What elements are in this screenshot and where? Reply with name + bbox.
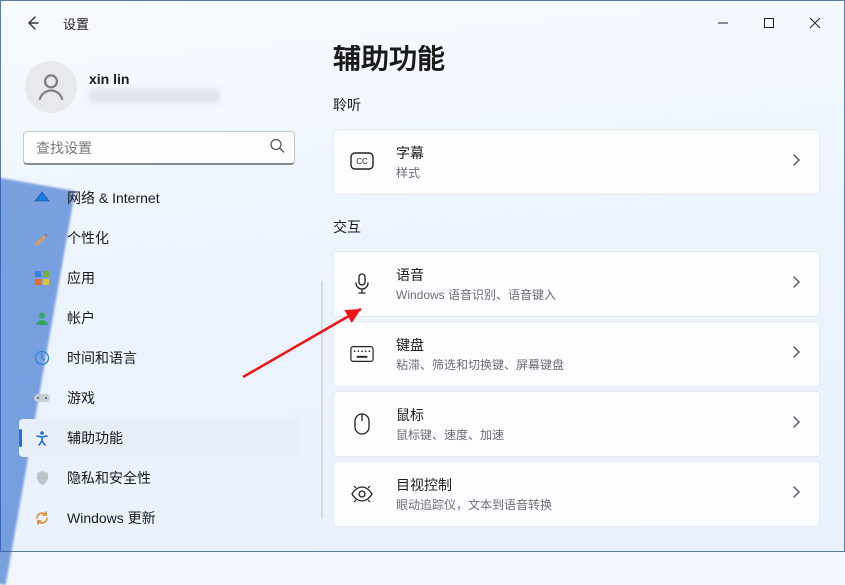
sidebar-item-label: 隐私和安全性 (67, 468, 289, 488)
mouse-icon (350, 412, 374, 436)
chevron-right-icon (791, 345, 801, 364)
card-subtitle: 粘滞、筛选和切换键、屏幕键盘 (396, 356, 791, 373)
keyboard-icon (350, 342, 374, 366)
search-icon (269, 138, 285, 159)
account-icon (33, 309, 51, 327)
gamepad-icon (33, 389, 51, 407)
card-speech[interactable]: 语音 Windows 语音识别、语音键入 (333, 251, 820, 317)
sidebar: xin lin 网络 & Internet 个性化 (1, 45, 311, 551)
user-name: xin lin (89, 71, 219, 87)
minimize-button[interactable] (700, 7, 746, 39)
user-profile[interactable]: xin lin (19, 51, 299, 121)
sidebar-item-privacy[interactable]: 隐私和安全性 (19, 459, 299, 497)
sidebar-item-accessibility[interactable]: 辅助功能 (19, 419, 299, 457)
maximize-button[interactable] (746, 7, 792, 39)
chevron-right-icon (791, 415, 801, 434)
search-input[interactable] (23, 131, 295, 165)
titlebar: 设置 (1, 1, 844, 45)
person-icon (34, 70, 68, 104)
card-keyboard[interactable]: 键盘 粘滞、筛选和切换键、屏幕键盘 (333, 321, 820, 387)
scroll-track (321, 281, 323, 519)
nav-list: 网络 & Internet 个性化 应用 帐户 时间和语言 (19, 179, 299, 537)
card-subtitle: 样式 (396, 164, 791, 181)
sidebar-item-personalize[interactable]: 个性化 (19, 219, 299, 257)
sidebar-item-label: 应用 (67, 268, 289, 288)
minimize-icon (717, 17, 729, 29)
chevron-right-icon (791, 275, 801, 294)
main-content: 辅助功能 聆听 CC 字幕 样式 交互 语音 Windows 语音识别、语音键入 (311, 45, 844, 551)
apps-icon (33, 269, 51, 287)
search-wrap (23, 131, 295, 165)
sidebar-item-label: 辅助功能 (67, 428, 289, 448)
card-subtitle: 眼动追踪仪，文本到语音转换 (396, 496, 791, 513)
sidebar-item-network[interactable]: 网络 & Internet (19, 179, 299, 217)
chevron-right-icon (791, 153, 801, 172)
section-listen-label: 聆听 (333, 95, 820, 115)
card-title: 鼠标 (396, 405, 791, 425)
svg-text:CC: CC (356, 157, 368, 166)
card-title: 目视控制 (396, 475, 791, 495)
close-button[interactable] (792, 7, 838, 39)
arrow-left-icon (25, 15, 41, 31)
globe-clock-icon (33, 349, 51, 367)
sidebar-item-accounts[interactable]: 帐户 (19, 299, 299, 337)
sidebar-item-label: 时间和语言 (67, 348, 289, 368)
sidebar-item-time-language[interactable]: 时间和语言 (19, 339, 299, 377)
microphone-icon (350, 272, 374, 296)
update-icon (33, 509, 51, 527)
card-title: 语音 (396, 265, 791, 285)
sidebar-item-label: 游戏 (67, 388, 289, 408)
wifi-icon (33, 189, 51, 207)
sidebar-item-label: 网络 & Internet (67, 188, 289, 208)
brush-icon (33, 229, 51, 247)
sidebar-item-label: 个性化 (67, 228, 289, 248)
page-title: 辅助功能 (333, 45, 820, 77)
accessibility-icon (33, 429, 51, 447)
maximize-icon (763, 17, 775, 29)
chevron-right-icon (791, 485, 801, 504)
sidebar-item-label: Windows 更新 (67, 508, 289, 528)
sidebar-item-windows-update[interactable]: Windows 更新 (19, 499, 299, 537)
sidebar-item-gaming[interactable]: 游戏 (19, 379, 299, 417)
sidebar-item-label: 帐户 (67, 308, 289, 328)
card-title: 键盘 (396, 335, 791, 355)
card-captions[interactable]: CC 字幕 样式 (333, 129, 820, 195)
close-icon (809, 17, 821, 29)
card-subtitle: Windows 语音识别、语音键入 (396, 286, 791, 303)
eye-control-icon (350, 482, 374, 506)
section-interact-label: 交互 (333, 217, 820, 237)
card-title: 字幕 (396, 143, 791, 163)
sidebar-item-apps[interactable]: 应用 (19, 259, 299, 297)
card-eye-control[interactable]: 目视控制 眼动追踪仪，文本到语音转换 (333, 461, 820, 527)
app-title: 设置 (63, 14, 89, 33)
avatar (25, 61, 77, 113)
card-mouse[interactable]: 鼠标 鼠标键、速度、加速 (333, 391, 820, 457)
user-email-redacted (89, 89, 219, 103)
back-button[interactable] (21, 11, 45, 35)
card-subtitle: 鼠标键、速度、加速 (396, 426, 791, 443)
captions-icon: CC (350, 150, 374, 174)
shield-icon (33, 469, 51, 487)
